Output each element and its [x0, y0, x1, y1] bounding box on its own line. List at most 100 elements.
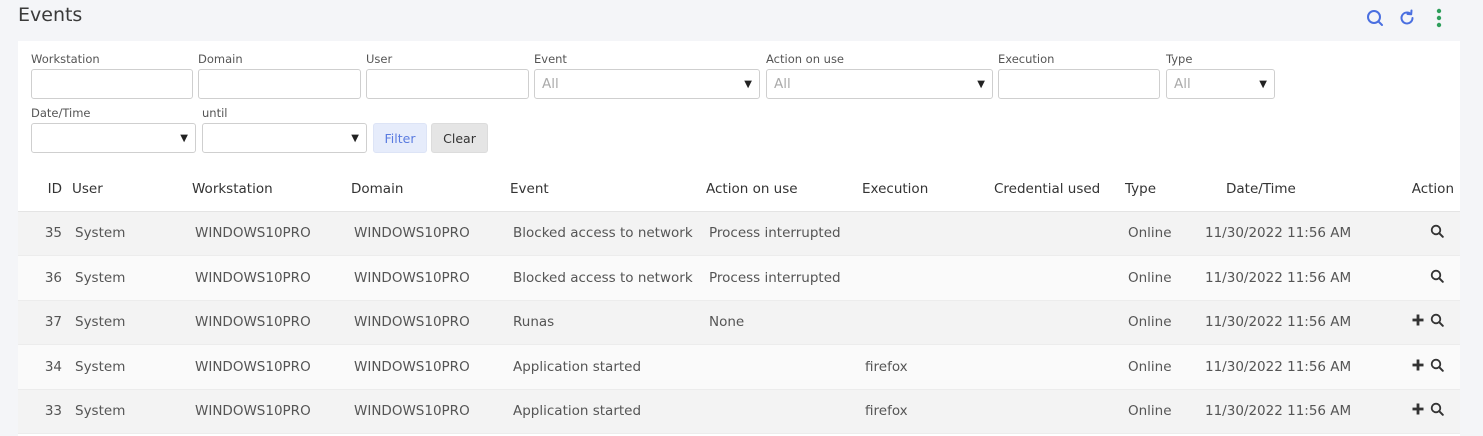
cell-datetime: 11/30/2022 11:56 AM — [1203, 300, 1361, 345]
cell-datetime: 11/30/2022 11:56 AM — [1203, 344, 1361, 390]
cell-domain: WINDOWS10PRO — [351, 211, 510, 256]
until-label: until — [202, 106, 228, 120]
search-icon[interactable] — [1430, 313, 1444, 331]
cell-execution: firefox — [862, 344, 994, 390]
action-on-use-select[interactable]: All ▼ — [766, 69, 993, 99]
cell-id: 34 — [18, 344, 72, 390]
user-input[interactable] — [366, 69, 529, 99]
type-select-value: All — [1174, 76, 1191, 92]
cell-domain: WINDOWS10PRO — [351, 389, 510, 434]
column-header-workstation[interactable]: Workstation — [192, 168, 351, 212]
caret-down-icon: ▼ — [744, 78, 752, 90]
column-header-user[interactable]: User — [72, 168, 192, 212]
column-header-action-on-use[interactable]: Action on use — [706, 168, 862, 212]
table-row[interactable]: 37 System WINDOWS10PRO WINDOWS10PRO Runas Non… — [18, 300, 1460, 345]
page-title: Events — [18, 4, 83, 26]
table-row[interactable]: 34 System WINDOWS10PRO WINDOWS10PRO Applicat… — [18, 344, 1460, 390]
workstation-input[interactable] — [31, 69, 193, 99]
cell-event: Blocked access to network — [510, 211, 706, 256]
caret-down-icon: ▼ — [1259, 78, 1267, 90]
column-header-event[interactable]: Event — [510, 168, 706, 212]
plus-icon[interactable] — [1412, 403, 1424, 419]
filter-button[interactable]: Filter — [373, 123, 427, 153]
plus-icon[interactable] — [1412, 314, 1424, 330]
table-row[interactable]: 35 System WINDOWS10PRO WINDOWS10PRO Blocked … — [18, 211, 1460, 256]
search-icon[interactable] — [1430, 269, 1444, 287]
event-select-value: All — [542, 76, 559, 92]
refresh-icon[interactable] — [1397, 8, 1417, 28]
cell-id: 37 — [18, 300, 72, 345]
column-header-action: Action — [1361, 168, 1460, 212]
more-vertical-icon[interactable] — [1429, 8, 1449, 28]
column-header-id[interactable]: ID — [18, 168, 72, 212]
cell-type: Online — [1125, 211, 1203, 256]
action-on-use-label: Action on use — [766, 52, 845, 66]
table-header-row: ID User Workstation Domain Event Action … — [18, 168, 1460, 212]
cell-user: System — [72, 344, 192, 390]
cell-id: 35 — [18, 211, 72, 256]
search-icon[interactable] — [1430, 402, 1444, 420]
search-icon[interactable] — [1430, 224, 1444, 242]
cell-credential — [994, 389, 1125, 434]
domain-label: Domain — [198, 52, 243, 66]
table-row[interactable]: 33 System WINDOWS10PRO WINDOWS10PRO Applicat… — [18, 389, 1460, 434]
cell-type: Online — [1125, 255, 1203, 301]
cell-user: System — [72, 255, 192, 301]
cell-execution — [862, 300, 994, 345]
type-label: Type — [1166, 52, 1193, 66]
cell-action — [1361, 389, 1460, 434]
cell-credential — [994, 255, 1125, 301]
column-header-type[interactable]: Type — [1125, 168, 1203, 212]
cell-action — [1361, 300, 1460, 345]
cell-event: Application started — [510, 389, 706, 434]
events-panel: Workstation Domain User Event All ▼ Acti… — [18, 41, 1460, 436]
column-header-domain[interactable]: Domain — [351, 168, 510, 212]
cell-domain: WINDOWS10PRO — [351, 300, 510, 345]
cell-event: Blocked access to network — [510, 255, 706, 301]
column-header-credential-used[interactable]: Credential used — [994, 168, 1125, 212]
clear-button[interactable]: Clear — [431, 123, 488, 153]
event-label: Event — [534, 52, 567, 66]
datetime-select[interactable]: ▼ — [31, 123, 196, 153]
cell-datetime: 11/30/2022 11:56 AM — [1203, 211, 1361, 256]
cell-id: 33 — [18, 389, 72, 434]
cell-workstation: WINDOWS10PRO — [192, 211, 351, 256]
column-header-datetime[interactable]: Date/Time — [1203, 168, 1361, 212]
workstation-label: Workstation — [31, 52, 100, 66]
cell-workstation: WINDOWS10PRO — [192, 389, 351, 434]
cell-event: Application started — [510, 344, 706, 390]
search-icon[interactable] — [1430, 358, 1444, 376]
until-select[interactable]: ▼ — [202, 123, 367, 153]
cell-type: Online — [1125, 300, 1203, 345]
cell-credential — [994, 344, 1125, 390]
cell-workstation: WINDOWS10PRO — [192, 300, 351, 345]
cell-action — [1361, 255, 1460, 301]
cell-user: System — [72, 211, 192, 256]
search-icon[interactable] — [1365, 8, 1385, 28]
cell-action-on-use: None — [706, 300, 862, 345]
cell-user: System — [72, 300, 192, 345]
plus-icon[interactable] — [1412, 359, 1424, 375]
cell-action — [1361, 211, 1460, 256]
cell-domain: WINDOWS10PRO — [351, 255, 510, 301]
execution-input[interactable] — [998, 69, 1160, 99]
cell-event: Runas — [510, 300, 706, 345]
cell-user: System — [72, 389, 192, 434]
cell-action-on-use — [706, 389, 862, 434]
cell-execution — [862, 211, 994, 256]
cell-type: Online — [1125, 389, 1203, 434]
cell-datetime: 11/30/2022 11:56 AM — [1203, 389, 1361, 434]
cell-credential — [994, 300, 1125, 345]
type-select[interactable]: All ▼ — [1166, 69, 1275, 99]
table-row[interactable]: 36 System WINDOWS10PRO WINDOWS10PRO Blocked … — [18, 255, 1460, 301]
cell-workstation: WINDOWS10PRO — [192, 255, 351, 301]
cell-type: Online — [1125, 344, 1203, 390]
caret-down-icon: ▼ — [351, 132, 359, 144]
event-select[interactable]: All ▼ — [534, 69, 760, 99]
cell-id: 36 — [18, 255, 72, 301]
cell-datetime: 11/30/2022 11:56 AM — [1203, 255, 1361, 301]
cell-action-on-use — [706, 344, 862, 390]
column-header-execution[interactable]: Execution — [862, 168, 994, 212]
cell-workstation: WINDOWS10PRO — [192, 344, 351, 390]
domain-input[interactable] — [198, 69, 361, 99]
